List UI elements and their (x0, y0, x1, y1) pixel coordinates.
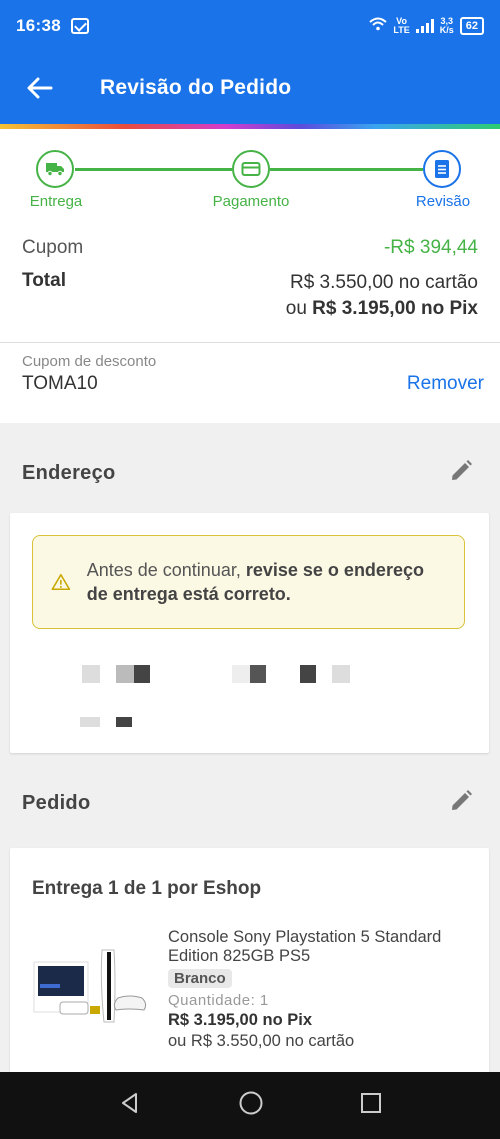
step-pagamento[interactable] (232, 150, 270, 188)
square-recents-icon (361, 1093, 381, 1113)
warning-icon (51, 573, 71, 591)
redacted-address (332, 665, 350, 683)
redacted-address (232, 665, 250, 683)
pencil-icon (452, 459, 472, 480)
edit-order-button[interactable] (448, 788, 474, 819)
coupon-discount: -R$ 394,44 (383, 237, 478, 258)
redacted-address (134, 665, 150, 683)
status-bar: 16:38 Vo LTE 3,3 K/s 62 (0, 0, 500, 52)
signal-icon (415, 19, 434, 33)
speed-unit: K/s (439, 25, 454, 35)
total-pix-prefix: ou (285, 298, 307, 319)
product-name: Console Sony Playstation 5 Standard Edit… (168, 928, 442, 965)
step-connector (270, 168, 423, 171)
order-card: Entrega 1 de 1 por Eshop Console Sony Pl… (10, 848, 489, 1088)
message-icon (70, 18, 89, 34)
product-info: Console Sony Playstation 5 Standard Edit… (168, 928, 468, 1051)
wifi-icon (369, 17, 388, 35)
step-label-pagamento: Pagamento (212, 193, 290, 210)
app-bar: Revisão do Pedido (0, 52, 500, 124)
product-image (33, 949, 147, 1023)
total-card: R$ 3.550,00 no cartão (289, 272, 478, 293)
discount-coupon: Cupom de desconto TOMA10 Remover (0, 343, 500, 423)
variant-badge: Branco (168, 969, 232, 988)
coupon-row: Cupom -R$ 394,44 (22, 237, 478, 259)
network-speed: 3,3 K/s (440, 17, 454, 35)
back-button[interactable] (0, 52, 80, 124)
triangle-back-icon (122, 1093, 137, 1113)
coupon-field-label: Cupom de desconto (22, 353, 157, 370)
address-card: Antes de continuar, revise se o endereço… (10, 513, 489, 753)
total-row: Total R$ 3.550,00 no cartão ou R$ 3.195,… (22, 270, 478, 322)
step-revisao[interactable] (423, 150, 461, 188)
price-card: ou R$ 3.550,00 no cartão (168, 1032, 355, 1050)
checkout-stepper: Entrega Pagamento Revisão (0, 129, 500, 225)
circle-home-icon (239, 1091, 263, 1115)
warning-prefix: Antes de continuar, (86, 560, 241, 580)
nav-back-button[interactable] (118, 1091, 142, 1120)
total-values: R$ 3.550,00 no cartão ou R$ 3.195,00 no … (286, 270, 478, 322)
truck-icon (46, 163, 64, 177)
edit-address-button[interactable] (448, 458, 474, 489)
nav-home-button[interactable] (238, 1090, 264, 1121)
coupon-code: TOMA10 (22, 373, 98, 394)
redacted-address (80, 717, 100, 727)
redacted-address (116, 665, 134, 683)
redacted-address (116, 717, 132, 727)
step-connector (75, 168, 232, 171)
address-warning: Antes de continuar, revise se o endereço… (32, 535, 465, 629)
address-heading: Endereço (22, 461, 116, 484)
redacted-address (250, 665, 266, 683)
page-title: Revisão do Pedido (100, 76, 292, 99)
redacted-address (82, 665, 100, 683)
address-section-header: Endereço (0, 443, 500, 503)
arrow-left-icon (27, 77, 53, 99)
redacted-address (300, 665, 316, 683)
nav-recents-button[interactable] (360, 1092, 382, 1119)
step-label-entrega: Entrega (29, 193, 83, 210)
card-icon (241, 162, 261, 176)
document-icon (435, 160, 449, 178)
order-heading: Pedido (22, 791, 91, 814)
status-time: 16:38 (16, 16, 61, 35)
total-pix-line: ou R$ 3.195,00 no Pix (286, 296, 478, 322)
order-summary: Cupom -R$ 394,44 Total R$ 3.550,00 no ca… (0, 225, 500, 343)
step-entrega[interactable] (36, 150, 74, 188)
volte-bottom: LTE (393, 25, 410, 35)
price-pix: R$ 3.195,00 no Pix (168, 1011, 312, 1029)
delivery-title: Entrega 1 de 1 por Eshop (32, 878, 262, 899)
volte-indicator: Vo LTE (393, 17, 409, 35)
total-label: Total (22, 270, 66, 291)
coupon-label: Cupom (22, 237, 84, 258)
status-icons: Vo LTE 3,3 K/s 62 (369, 17, 484, 35)
remove-coupon-button[interactable]: Remover (407, 373, 484, 395)
system-nav-bar (0, 1072, 500, 1139)
step-label-revisao: Revisão (415, 193, 471, 210)
warning-text: Antes de continuar, revise se o endereço… (87, 558, 446, 606)
order-section-header: Pedido (0, 773, 500, 833)
pencil-icon (452, 789, 472, 810)
battery-icon: 62 (459, 17, 484, 35)
product-quantity: Quantidade: 1 (168, 992, 269, 1009)
total-pix: R$ 3.195,00 no Pix (312, 298, 478, 319)
